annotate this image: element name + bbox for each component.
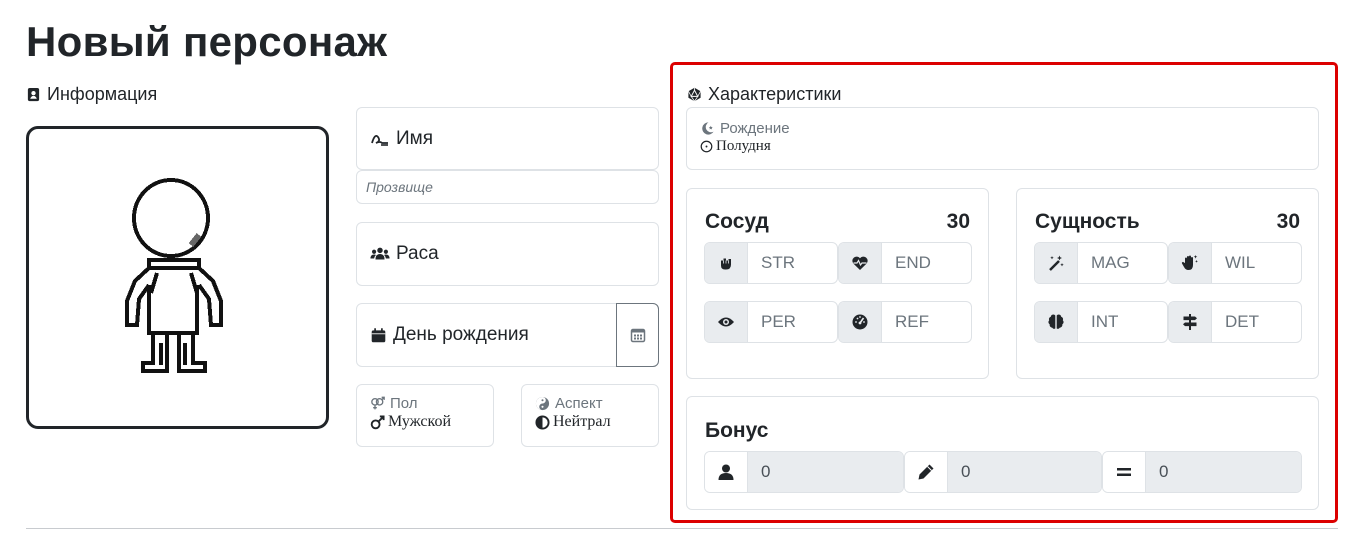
bonus-manual-input[interactable]: 0 bbox=[904, 451, 1102, 493]
nickname-placeholder: Прозвище bbox=[366, 179, 433, 195]
user-icon bbox=[718, 464, 734, 480]
per-label: PER bbox=[761, 312, 796, 331]
date-picker-button[interactable] bbox=[616, 303, 659, 367]
birth-time-selector[interactable]: Рождение Полудня bbox=[686, 107, 1319, 170]
clock-icon bbox=[700, 140, 713, 153]
mag-input[interactable]: MAG bbox=[1034, 242, 1168, 284]
aspect-value: Нейтрал bbox=[553, 413, 611, 430]
page-divider bbox=[26, 528, 1338, 529]
str-label: STR bbox=[761, 253, 795, 272]
bonus-base-input[interactable]: 0 bbox=[704, 451, 904, 493]
int-label: INT bbox=[1091, 312, 1119, 331]
aspect-label: Аспект bbox=[555, 395, 603, 412]
essence-card: Сущность 30 MAG WIL INT DET bbox=[1016, 188, 1319, 379]
users-icon bbox=[370, 247, 390, 260]
int-input[interactable]: INT bbox=[1034, 301, 1168, 343]
mars-icon bbox=[370, 414, 385, 429]
gender-value: Мужской bbox=[388, 413, 452, 430]
nickname-input[interactable]: Прозвище bbox=[356, 170, 659, 204]
ref-input[interactable]: REF bbox=[838, 301, 972, 343]
name-input[interactable]: Имя bbox=[356, 107, 659, 170]
birthday-input[interactable]: День рождения bbox=[356, 303, 659, 367]
pencil-icon bbox=[918, 464, 934, 480]
stats-section-text: Характеристики bbox=[708, 84, 842, 104]
mag-label: MAG bbox=[1091, 253, 1130, 272]
calendar-icon bbox=[371, 327, 386, 342]
fist-icon bbox=[721, 258, 731, 270]
eye-icon bbox=[718, 317, 734, 327]
essence-total: 30 bbox=[1276, 210, 1300, 233]
vessel-title: Сосуд bbox=[705, 210, 769, 233]
name-placeholder: Имя bbox=[396, 127, 434, 149]
info-section-label: Информация bbox=[26, 84, 157, 105]
stats-section-label: Характеристики bbox=[687, 84, 841, 105]
page-title: Новый персонаж bbox=[26, 18, 388, 65]
bonus-total-value: 0 bbox=[1146, 452, 1301, 492]
gauge-icon bbox=[852, 314, 868, 330]
birth-value: Полудня bbox=[716, 138, 771, 154]
end-input[interactable]: END bbox=[838, 242, 972, 284]
venus-mars-icon bbox=[371, 396, 385, 410]
wil-label: WIL bbox=[1225, 253, 1256, 272]
wil-input[interactable]: WIL bbox=[1168, 242, 1302, 284]
per-input[interactable]: PER bbox=[704, 301, 838, 343]
vessel-card: Сосуд 30 STR END PER REF bbox=[686, 188, 989, 379]
det-label: DET bbox=[1225, 312, 1259, 331]
gender-selector[interactable]: Пол Мужской bbox=[356, 384, 494, 447]
end-label: END bbox=[895, 253, 931, 272]
magic-wand-icon bbox=[1049, 255, 1064, 271]
vessel-total: 30 bbox=[946, 210, 970, 233]
half-circle-icon bbox=[535, 414, 550, 430]
bonus-total-input[interactable]: 0 bbox=[1102, 451, 1302, 493]
signpost-icon bbox=[1183, 314, 1197, 330]
signature-icon bbox=[371, 134, 388, 146]
equals-icon bbox=[1117, 468, 1131, 476]
ref-label: REF bbox=[895, 312, 929, 331]
sparkle-hand-icon bbox=[1181, 255, 1198, 270]
aspect-selector[interactable]: Аспект Нейтрал bbox=[521, 384, 659, 447]
bonus-card: Бонус 0 0 0 bbox=[686, 396, 1319, 510]
contact-card-icon bbox=[27, 87, 40, 102]
character-portrait[interactable] bbox=[26, 126, 329, 429]
brain-icon bbox=[1048, 314, 1064, 329]
birth-label: Рождение bbox=[720, 120, 790, 137]
pixel-character-image bbox=[124, 177, 223, 373]
yin-yang-icon bbox=[535, 396, 550, 411]
essence-title: Сущность bbox=[1035, 210, 1140, 233]
race-input[interactable]: Раса bbox=[356, 222, 659, 286]
race-placeholder: Раса bbox=[396, 243, 439, 264]
bonus-manual-value: 0 bbox=[948, 452, 1101, 492]
bonus-base-value: 0 bbox=[748, 452, 903, 492]
det-input[interactable]: DET bbox=[1168, 301, 1302, 343]
bonus-title: Бонус bbox=[705, 419, 769, 442]
dice-d20-icon bbox=[688, 87, 701, 102]
birthday-placeholder: День рождения bbox=[393, 324, 529, 345]
gender-label: Пол bbox=[390, 395, 418, 412]
heart-pulse-icon bbox=[852, 256, 868, 270]
moon-star-icon bbox=[702, 122, 714, 135]
calendar-grid-icon bbox=[630, 328, 645, 343]
info-section-text: Информация bbox=[47, 84, 158, 104]
str-input[interactable]: STR bbox=[704, 242, 838, 284]
